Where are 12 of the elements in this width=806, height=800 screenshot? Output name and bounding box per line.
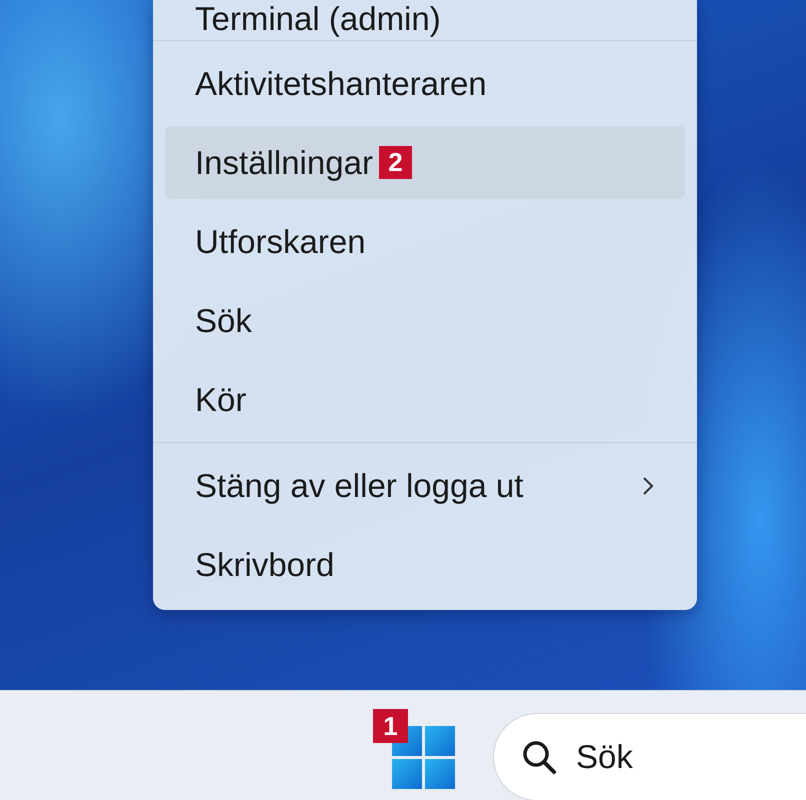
chevron-right-icon bbox=[641, 474, 655, 496]
menu-item[interactable]: Kör bbox=[165, 363, 685, 436]
menu-item[interactable]: Sök bbox=[165, 284, 685, 357]
menu-item[interactable]: Stäng av eller logga ut bbox=[165, 449, 685, 522]
search-field[interactable]: Sök bbox=[493, 713, 806, 800]
step-badge: 2 bbox=[378, 146, 412, 179]
menu-item[interactable]: Terminal (admin) bbox=[165, 0, 685, 38]
menu-item[interactable]: Aktivitetshanteraren bbox=[165, 47, 685, 120]
step-badge: 1 bbox=[373, 709, 408, 743]
menu-item[interactable]: Utforskaren bbox=[165, 205, 685, 278]
menu-item[interactable]: Inställningar 2 bbox=[165, 126, 685, 199]
menu-item[interactable]: Skrivbord bbox=[165, 528, 685, 601]
